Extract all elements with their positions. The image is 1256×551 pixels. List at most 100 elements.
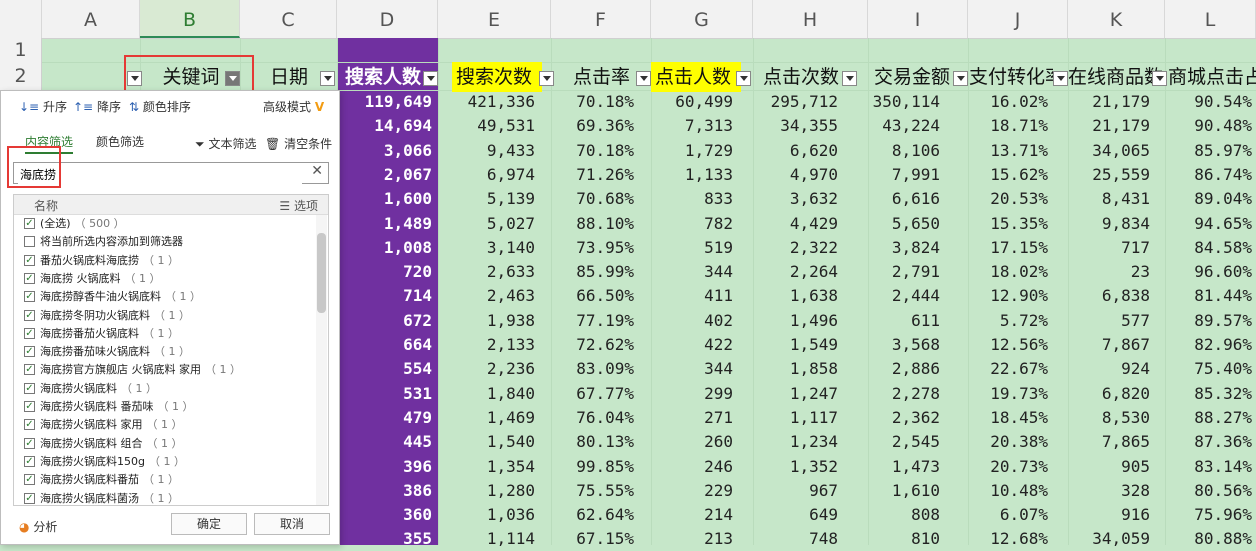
cell-click-users[interactable]: 260 <box>633 430 733 454</box>
cell-search-users[interactable]: 119,649 <box>332 90 432 114</box>
column-header-l[interactable]: L <box>1165 0 1256 38</box>
filter-dropdown-keyword[interactable] <box>225 71 240 86</box>
cell-online-products[interactable]: 7,865 <box>1050 430 1150 454</box>
cell-mall-click-share[interactable]: 84.58% <box>1152 236 1252 260</box>
filter-search-input[interactable] <box>18 164 302 184</box>
cell-conversion[interactable]: 5.72% <box>948 309 1048 333</box>
header-conversion[interactable]: 支付转化率 <box>969 62 1053 92</box>
analyze-button[interactable]: ◕ 分析 <box>19 515 57 539</box>
filter-list-item[interactable]: ✓ 海底捞官方旗舰店 火锅底料 家用 （ 1 ） <box>24 361 241 379</box>
filter-list-item[interactable]: ✓ 海底捞火锅底料 （ 1 ） <box>24 380 157 398</box>
cell-conversion[interactable]: 12.90% <box>948 284 1048 308</box>
cell-search-count[interactable]: 1,036 <box>435 503 535 527</box>
cell-click-users[interactable]: 402 <box>633 309 733 333</box>
cell-ctr[interactable]: 70.68% <box>534 187 634 211</box>
cell-conversion[interactable]: 19.73% <box>948 382 1048 406</box>
cell-click-count[interactable]: 6,620 <box>738 139 838 163</box>
cell-ctr[interactable]: 75.55% <box>534 479 634 503</box>
cell-search-users[interactable]: 396 <box>332 455 432 479</box>
cell-mall-click-share[interactable]: 86.74% <box>1152 163 1252 187</box>
cell-click-users[interactable]: 422 <box>633 333 733 357</box>
cell-click-users[interactable]: 246 <box>633 455 733 479</box>
cell-search-count[interactable]: 5,027 <box>435 212 535 236</box>
cell-search-users[interactable]: 386 <box>332 479 432 503</box>
cell-click-count[interactable]: 1,247 <box>738 382 838 406</box>
cell-mall-click-share[interactable]: 85.97% <box>1152 139 1252 163</box>
filter-list-item[interactable]: ✓ 番茄火锅底料海底捞 （ 1 ） <box>24 252 179 270</box>
checkbox-unchecked[interactable] <box>24 236 35 248</box>
cell-online-products[interactable]: 23 <box>1050 260 1150 284</box>
cell-click-count[interactable]: 748 <box>738 527 838 551</box>
cell-search-users[interactable]: 14,694 <box>332 114 432 138</box>
checkbox-checked[interactable]: ✓ <box>24 309 35 321</box>
cell-gmv[interactable]: 5,650 <box>840 212 940 236</box>
cell-search-count[interactable]: 6,974 <box>435 163 535 187</box>
cell-click-users[interactable]: 271 <box>633 406 733 430</box>
cell-online-products[interactable]: 21,179 <box>1050 90 1150 114</box>
cell-conversion[interactable]: 6.07% <box>948 503 1048 527</box>
cell-mall-click-share[interactable]: 89.04% <box>1152 187 1252 211</box>
cell-ctr[interactable]: 71.26% <box>534 163 634 187</box>
cell-conversion[interactable]: 10.48% <box>948 479 1048 503</box>
cell-search-count[interactable]: 2,133 <box>435 333 535 357</box>
filter-list-item[interactable]: ✓ 海底捞冬阴功火锅底料 （ 1 ） <box>24 307 190 325</box>
cell-gmv[interactable]: 6,616 <box>840 187 940 211</box>
filter-list-item[interactable]: ✓ 海底捞火锅底料150g （ 1 ） <box>24 453 185 471</box>
checkbox-checked[interactable]: ✓ <box>24 401 35 412</box>
cell-search-users[interactable]: 445 <box>332 430 432 454</box>
cell-online-products[interactable]: 905 <box>1050 455 1150 479</box>
cell-search-users[interactable]: 3,066 <box>332 139 432 163</box>
row-header-2[interactable]: 2 <box>0 62 42 90</box>
cell-search-users[interactable]: 355 <box>332 527 432 551</box>
cell-mall-click-share[interactable]: 94.65% <box>1152 212 1252 236</box>
cell-online-products[interactable]: 916 <box>1050 503 1150 527</box>
cell-click-count[interactable]: 1,858 <box>738 357 838 381</box>
cell-click-count[interactable]: 1,117 <box>738 406 838 430</box>
filter-list-item[interactable]: ✓ 海底捞醇香牛油火锅底料 （ 1 ） <box>24 288 201 306</box>
cell-search-count[interactable]: 1,938 <box>435 309 535 333</box>
column-header-c[interactable]: C <box>240 0 337 38</box>
column-header-i[interactable]: I <box>868 0 968 38</box>
tab-color-filter[interactable]: 颜色筛选 <box>96 132 144 152</box>
filter-list-item[interactable]: 将当前所选内容添加到筛选器 <box>24 233 187 251</box>
cell-ctr[interactable]: 66.50% <box>534 284 634 308</box>
cell-mall-click-share[interactable]: 90.54% <box>1152 90 1252 114</box>
cell-ctr[interactable]: 69.36% <box>534 114 634 138</box>
cell-conversion[interactable]: 13.71% <box>948 139 1048 163</box>
cell-mall-click-share[interactable]: 87.36% <box>1152 430 1252 454</box>
column-header-a[interactable]: A <box>42 0 140 38</box>
cell-click-count[interactable]: 649 <box>738 503 838 527</box>
filter-dropdown-conversion[interactable] <box>1053 71 1068 86</box>
cell-online-products[interactable]: 577 <box>1050 309 1150 333</box>
cell-search-users[interactable]: 531 <box>332 382 432 406</box>
cell-search-users[interactable]: 479 <box>332 406 432 430</box>
column-header-d[interactable]: D <box>337 0 438 38</box>
checkbox-checked[interactable]: ✓ <box>24 364 35 376</box>
scrollbar-thumb[interactable] <box>317 233 326 313</box>
cell-conversion[interactable]: 12.56% <box>948 333 1048 357</box>
cell-online-products[interactable]: 34,065 <box>1050 139 1150 163</box>
ok-button[interactable]: 确定 <box>171 513 247 535</box>
cell-search-users[interactable]: 1,489 <box>332 212 432 236</box>
checkbox-checked[interactable]: ✓ <box>24 272 35 284</box>
cell-online-products[interactable]: 6,838 <box>1050 284 1150 308</box>
cell-ctr[interactable]: 70.18% <box>534 90 634 114</box>
cell-ctr[interactable]: 83.09% <box>534 357 634 381</box>
cell-click-count[interactable]: 4,429 <box>738 212 838 236</box>
cell-click-users[interactable]: 782 <box>633 212 733 236</box>
clear-search-icon[interactable]: ✕ <box>311 163 323 179</box>
cell-click-count[interactable]: 1,496 <box>738 309 838 333</box>
cell-ctr[interactable]: 77.19% <box>534 309 634 333</box>
filter-dropdown-online-products[interactable] <box>1152 71 1167 86</box>
cell-search-count[interactable]: 421,336 <box>435 90 535 114</box>
cell-gmv[interactable]: 611 <box>840 309 940 333</box>
cell-click-count[interactable]: 967 <box>738 479 838 503</box>
cell-search-count[interactable]: 2,633 <box>435 260 535 284</box>
cell-click-users[interactable]: 299 <box>633 382 733 406</box>
column-header-e[interactable]: E <box>438 0 551 38</box>
cell-gmv[interactable]: 2,444 <box>840 284 940 308</box>
cell-search-users[interactable]: 664 <box>332 333 432 357</box>
cell-click-users[interactable]: 1,729 <box>633 139 733 163</box>
cell-mall-click-share[interactable]: 82.96% <box>1152 333 1252 357</box>
checkbox-checked[interactable]: ✓ <box>24 382 35 394</box>
